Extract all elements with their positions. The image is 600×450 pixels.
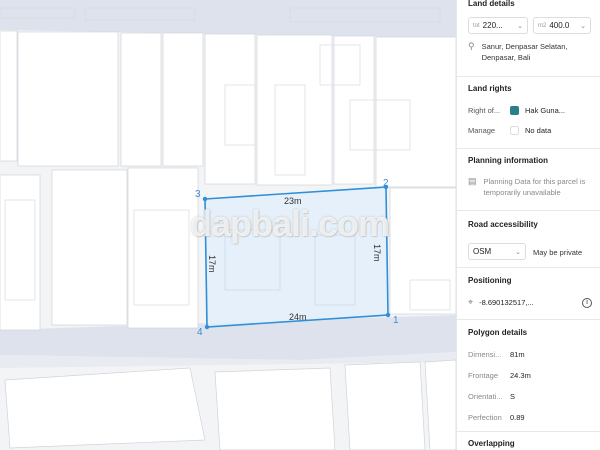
- crosshair-icon: ⌖: [468, 297, 474, 307]
- polygon-row: Perfection 0.89: [468, 413, 525, 422]
- edge-label-left: 17m: [207, 255, 217, 273]
- section-title: Polygon details: [468, 328, 528, 337]
- total-size-value: 220...: [482, 21, 503, 30]
- row-label: Frontage: [468, 371, 499, 380]
- coordinate-value: -8.690132517,...: [479, 298, 534, 307]
- edge-label-bottom: 24m: [289, 312, 307, 322]
- road-note: May be private: [533, 248, 583, 257]
- row-label: Dimensi...: [468, 350, 502, 359]
- row-value: 24.3m: [510, 371, 531, 380]
- section-title: Land details: [468, 0, 515, 8]
- map-view[interactable]: dapbali.com 23m 24m 17m 17m 1 2 3 4: [0, 0, 456, 450]
- row-value: S: [510, 392, 516, 401]
- vertex-handle[interactable]: [385, 312, 391, 318]
- document-icon: ▤: [468, 176, 477, 186]
- section-title: Land rights: [468, 84, 512, 93]
- location-pin-icon: ⚲: [468, 41, 475, 51]
- coordinate-row: ⌖ -8.690132517,... i: [468, 297, 592, 308]
- area-size-value: 400.0: [549, 21, 570, 30]
- vertex-label-2: 2: [383, 178, 389, 189]
- total-size-dropdown[interactable]: tot 220... ⌄: [468, 17, 528, 34]
- section-road: Road accessibility OSM ⌄ May be private: [457, 211, 600, 268]
- polygon-row: Orientati... S: [468, 392, 515, 401]
- section-positioning: Positioning ⌖ -8.690132517,... i: [457, 268, 600, 320]
- section-title: Overlapping: [468, 439, 515, 448]
- status-swatch: [510, 106, 519, 115]
- row-label: Perfection: [468, 413, 502, 422]
- unit-label: m2: [538, 22, 547, 29]
- vertex-label-4: 4: [197, 327, 203, 338]
- polygon-row: Frontage 24.3m: [468, 371, 531, 380]
- row-label: Manage: [468, 126, 496, 135]
- chevron-down-icon: ⌄: [515, 248, 521, 256]
- chevron-down-icon: ⌄: [580, 22, 586, 30]
- location-text: Sanur, Denpasar Selatan, Denpasar, Bali: [481, 42, 568, 62]
- status-swatch: [510, 126, 519, 135]
- vertex-handle[interactable]: [204, 324, 210, 330]
- section-polygon: Polygon details Dimensi... 81m Frontage …: [457, 320, 600, 432]
- info-icon[interactable]: i: [582, 297, 592, 308]
- row-value: 81m: [510, 350, 525, 359]
- unit-label: tot: [473, 22, 480, 29]
- section-land-details: Land details tot 220... ⌄ m2 400.0 ⌄ ⚲ S…: [457, 0, 600, 77]
- edge-label-top: 23m: [284, 196, 302, 206]
- row-value: Hak Guna...: [525, 106, 566, 115]
- road-source-dropdown[interactable]: OSM ⌄: [468, 243, 526, 260]
- section-title: Positioning: [468, 276, 512, 285]
- section-planning: Planning information ▤ Planning Data for…: [457, 149, 600, 211]
- details-panel: Land details tot 220... ⌄ m2 400.0 ⌄ ⚲ S…: [456, 0, 600, 450]
- section-land-rights: Land rights Right of... Hak Guna... Mana…: [457, 77, 600, 149]
- manage-row: Manage No data: [468, 126, 551, 135]
- section-overlapping: Overlapping: [457, 432, 600, 450]
- edge-label-right: 17m: [372, 244, 382, 262]
- planning-message: Planning Data for this parcel is tempora…: [483, 177, 586, 197]
- row-label: Orientati...: [468, 392, 503, 401]
- watermark: dapbali.com: [190, 203, 390, 244]
- vertex-label-3: 3: [195, 189, 201, 200]
- planning-message-row: ▤ Planning Data for this parcel is tempo…: [468, 176, 594, 198]
- road-source-value: OSM: [473, 247, 492, 256]
- land-right-row: Right of... Hak Guna...: [468, 106, 565, 115]
- vertex-handle[interactable]: [202, 196, 208, 202]
- section-title: Road accessibility: [468, 220, 538, 229]
- chevron-down-icon: ⌄: [517, 22, 523, 30]
- location-row: ⚲ Sanur, Denpasar Selatan, Denpasar, Bal…: [468, 41, 587, 63]
- row-value: No data: [525, 126, 552, 135]
- row-label: Right of...: [468, 106, 501, 115]
- section-title: Planning information: [468, 156, 548, 165]
- polygon-row: Dimensi... 81m: [468, 350, 525, 359]
- area-size-dropdown[interactable]: m2 400.0 ⌄: [533, 17, 591, 34]
- row-value: 0.89: [510, 413, 525, 422]
- vertex-label-1: 1: [393, 315, 399, 326]
